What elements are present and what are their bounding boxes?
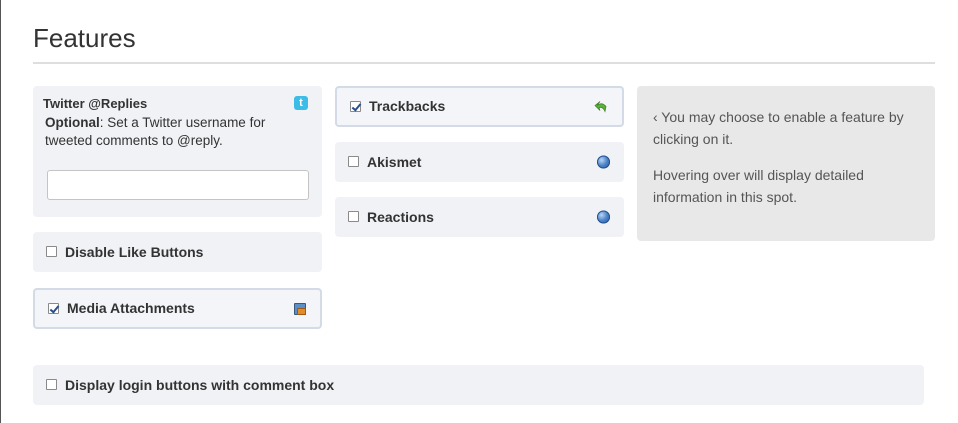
trackbacks-checkbox[interactable] [350, 100, 361, 112]
twitter-replies-description: Optional: Set a Twitter username for twe… [45, 114, 315, 150]
twitter-username-input[interactable] [47, 170, 309, 200]
feature-reactions[interactable]: Reactions [335, 197, 624, 237]
twitter-replies-title: Twitter @Replies [43, 96, 148, 111]
feature-info-panel: ‹ You may choose to enable a feature by … [637, 86, 935, 241]
feature-label: Reactions [367, 208, 434, 225]
twitter-icon: t [294, 96, 308, 110]
media-attachments-checkbox[interactable] [48, 302, 59, 314]
feature-row: Display login buttons with comment box [46, 376, 334, 394]
title-divider [33, 62, 935, 64]
feature-row: Disable Like Buttons [46, 243, 203, 261]
twitter-replies-panel: Twitter @Replies t Optional: Set a Twitt… [33, 86, 322, 217]
feature-row: Reactions [348, 208, 434, 226]
reactions-checkbox[interactable] [348, 211, 359, 223]
feature-label: Display login buttons with comment box [65, 376, 335, 393]
feature-label: Akismet [367, 153, 422, 170]
feature-label: Media Attachments [67, 300, 195, 317]
akismet-checkbox[interactable] [348, 156, 359, 168]
feature-label: Disable Like Buttons [65, 243, 204, 260]
feature-display-login-buttons[interactable]: Display login buttons with comment box [33, 365, 924, 405]
feature-trackbacks[interactable]: Trackbacks [335, 86, 624, 127]
globe-icon [597, 155, 610, 169]
disable-like-buttons-checkbox[interactable] [46, 246, 57, 258]
window-left-border [0, 0, 1, 423]
info-hover-text: Hovering over will display detailed info… [653, 167, 864, 205]
twitter-optional-label: Optional [45, 115, 100, 130]
feature-label: Trackbacks [369, 98, 446, 115]
feature-row: Media Attachments [48, 300, 195, 318]
display-login-buttons-checkbox[interactable] [46, 379, 57, 391]
globe-icon [597, 210, 610, 224]
feature-media-attachments[interactable]: Media Attachments [33, 288, 322, 329]
info-hint-text: ‹ You may choose to enable a feature by … [653, 109, 904, 147]
feature-row: Akismet [348, 153, 421, 171]
undo-icon [594, 100, 607, 113]
media-icon [294, 302, 306, 315]
feature-disable-like-buttons[interactable]: Disable Like Buttons [33, 232, 322, 272]
feature-akismet[interactable]: Akismet [335, 142, 624, 182]
feature-row: Trackbacks [350, 98, 445, 116]
page-title: Features [33, 23, 136, 53]
